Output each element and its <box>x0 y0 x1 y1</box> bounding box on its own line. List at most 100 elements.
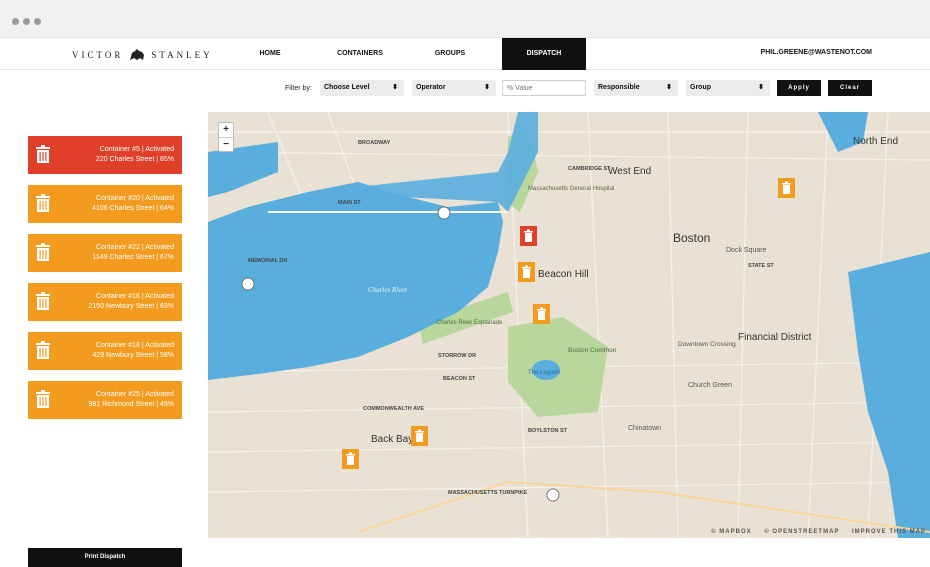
apply-button[interactable]: Apply <box>777 80 821 96</box>
container-title: Container #18 | Activated <box>95 342 174 349</box>
map-label-dock-square: Dock Square <box>726 247 767 254</box>
brand-logo[interactable]: VICTOR STANLEY <box>72 49 213 61</box>
container-marker[interactable] <box>342 449 359 469</box>
map-label-boylston-st: BOYLSTON ST <box>528 428 568 434</box>
clear-button[interactable]: Clear <box>828 80 872 96</box>
select-arrow-icon: ⬍ <box>392 84 398 91</box>
map-label-main-st: MAIN ST <box>338 200 361 206</box>
map-label-broadway: BROADWAY <box>358 140 391 146</box>
trash-bin-icon <box>36 243 50 261</box>
container-title: Container #20 | Activated <box>95 195 174 202</box>
group-select-value: Group <box>690 84 711 91</box>
trash-bin-icon <box>520 226 537 246</box>
responsible-select[interactable]: Responsible ⬍ <box>594 80 678 96</box>
container-marker-critical[interactable] <box>520 226 537 246</box>
container-marker[interactable] <box>411 426 428 446</box>
mapbox-credit-link[interactable]: © MAPBOX <box>711 529 751 535</box>
map-label-mass-general: Massachusetts General Hospital <box>528 186 614 192</box>
map-label-esplanade: Charles River Esplanade <box>436 320 503 326</box>
map-label-north-end: North End <box>853 136 898 147</box>
select-arrow-icon: ⬍ <box>758 84 764 91</box>
nav-dispatch[interactable]: DISPATCH <box>502 38 586 70</box>
responsible-select-value: Responsible <box>598 84 640 91</box>
map-label-financial-district: Financial District <box>738 332 812 343</box>
nav-containers[interactable]: CONTAINERS <box>325 38 395 70</box>
app-window: VICTOR STANLEY HOME CONTAINERS GROUPS DI… <box>0 0 930 567</box>
filter-bar: Filter by: Choose Level ⬍ Operator ⬍ Res… <box>0 70 930 110</box>
trash-bin-icon <box>342 449 359 469</box>
container-title: Container #22 | Activated <box>95 244 174 251</box>
container-card[interactable]: Container #25 | Activated 981 Richmond S… <box>28 381 182 419</box>
container-card[interactable]: Container #18 | Activated 429 Newbury St… <box>28 332 182 370</box>
map-label-mass-turnpike: MASSACHUSETTS TURNPIKE <box>448 490 527 496</box>
group-select[interactable]: Group ⬍ <box>686 80 770 96</box>
nav-groups[interactable]: GROUPS <box>420 38 480 70</box>
zoom-out-button[interactable]: − <box>219 137 233 151</box>
container-address: 4106 Charles Street | 64% <box>92 205 174 212</box>
operator-select[interactable]: Operator ⬍ <box>412 80 496 96</box>
container-address: 2150 Newbury Street | 63% <box>88 303 174 310</box>
map-label-beacon-st: BEACON ST <box>443 376 476 382</box>
container-card[interactable]: Container #22 | Activated 1149 Charles S… <box>28 234 182 272</box>
container-title: Container #5 | Activated <box>99 146 174 153</box>
map-label-charles-river: Charles River <box>368 286 407 294</box>
map-label-west-end: West End <box>608 166 651 177</box>
print-dispatch-button[interactable]: Print Dispatch <box>28 548 182 567</box>
lion-logo-icon <box>130 49 145 60</box>
brand-right: STANLEY <box>151 50 213 60</box>
filter-label: Filter by: <box>285 85 312 92</box>
trash-bin-icon <box>518 262 535 282</box>
trash-bin-icon <box>36 145 50 163</box>
map-label-church-green: Church Green <box>688 382 732 389</box>
window-titlebar <box>0 0 930 38</box>
container-address: 220 Charles Street | 85% <box>95 156 174 163</box>
trash-bin-icon <box>533 304 550 324</box>
map-label-cambridge-st: CAMBRIDGE ST <box>568 166 611 172</box>
container-marker[interactable] <box>533 304 550 324</box>
map-canvas: MASSACHUSETTS TURNPIKE BROADWAY MAIN ST … <box>208 112 930 538</box>
window-control-dot[interactable] <box>34 18 41 25</box>
dispatch-map[interactable]: MASSACHUSETTS TURNPIKE BROADWAY MAIN ST … <box>208 112 930 538</box>
container-card[interactable]: Container #16 | Activated 2150 Newbury S… <box>28 283 182 321</box>
container-address: 429 Newbury Street | 58% <box>92 352 174 359</box>
map-label-storrow-dr: STORROW DR <box>438 353 476 359</box>
trash-bin-icon <box>36 341 50 359</box>
level-select[interactable]: Choose Level ⬍ <box>320 80 404 96</box>
map-label-the-lagoon: The Lagoon <box>528 370 560 376</box>
operator-select-value: Operator <box>416 84 446 91</box>
select-arrow-icon: ⬍ <box>666 84 672 91</box>
value-input[interactable] <box>502 80 586 96</box>
container-marker[interactable] <box>518 262 535 282</box>
container-address: 1149 Charles Street | 67% <box>92 254 174 261</box>
map-label-back-bay: Back Bay <box>371 434 413 445</box>
trash-bin-icon <box>36 390 50 408</box>
map-label-boston-common: Boston Common <box>568 347 617 354</box>
window-control-dot[interactable] <box>23 18 30 25</box>
trash-bin-icon <box>411 426 428 446</box>
map-label-beacon-hill: Beacon Hill <box>538 269 589 280</box>
container-title: Container #16 | Activated <box>95 293 174 300</box>
container-address: 981 Richmond Street | 49% <box>88 401 174 408</box>
map-label-commonwealth-ave: COMMONWEALTH AVE <box>363 406 424 412</box>
container-marker[interactable] <box>778 178 795 198</box>
map-label-boston: Boston <box>673 231 710 245</box>
map-label-downtown-crossing: Downtown Crossing <box>678 341 736 348</box>
map-label-memorial-dr: MEMORIAL DR <box>248 258 287 264</box>
container-title: Container #25 | Activated <box>95 391 174 398</box>
map-label-state-st: STATE ST <box>748 263 774 269</box>
trash-bin-icon <box>36 292 50 310</box>
improve-map-link[interactable]: IMPROVE THIS MAP <box>852 529 926 535</box>
window-control-dot[interactable] <box>12 18 19 25</box>
map-attribution: © MAPBOX © OPENSTREETMAP IMPROVE THIS MA… <box>701 529 926 535</box>
nav-home[interactable]: HOME <box>240 38 300 70</box>
container-card[interactable]: Container #5 | Activated 220 Charles Str… <box>28 136 182 174</box>
osm-credit-link[interactable]: © OPENSTREETMAP <box>764 529 839 535</box>
container-card[interactable]: Container #20 | Activated 4106 Charles S… <box>28 185 182 223</box>
user-email-link[interactable]: PHIL.GREENE@WASTENOT.COM <box>761 38 872 68</box>
top-nav: VICTOR STANLEY HOME CONTAINERS GROUPS DI… <box>0 38 930 70</box>
map-label-chinatown: Chinatown <box>628 425 661 432</box>
level-select-value: Choose Level <box>324 84 370 91</box>
zoom-controls: + − <box>218 122 234 152</box>
zoom-in-button[interactable]: + <box>219 123 233 137</box>
select-arrow-icon: ⬍ <box>484 84 490 91</box>
